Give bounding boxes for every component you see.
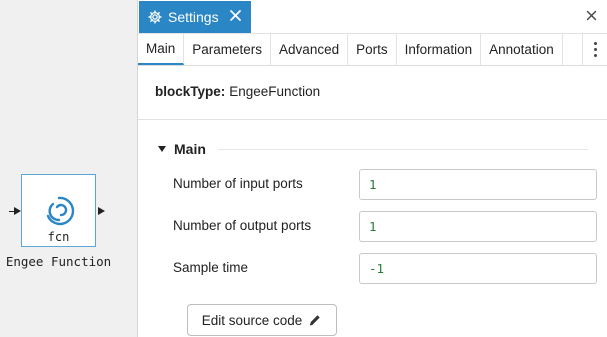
tab-main[interactable]: Main — [138, 34, 185, 65]
output-ports-label: Number of output ports — [173, 218, 312, 233]
output-ports-field[interactable]: 1 — [359, 211, 597, 242]
output-port-arrow-icon[interactable] — [98, 207, 105, 215]
edit-source-code-label: Edit source code — [201, 312, 303, 328]
model-canvas[interactable]: fcn Engee Function — [0, 0, 137, 337]
block-inner-label: fcn — [47, 230, 70, 244]
sample-time-field[interactable]: -1 — [359, 253, 597, 284]
close-panel-icon[interactable] — [586, 10, 597, 21]
panel-title: Settings — [168, 9, 219, 25]
section-title: Main — [174, 141, 206, 157]
caret-down-icon — [158, 146, 166, 152]
engee-function-block[interactable]: fcn — [21, 174, 96, 247]
block-type-line: blockType: EngeeFunction — [155, 84, 320, 99]
settings-panel: Settings Main Parameters Advanced Ports … — [137, 0, 607, 337]
settings-title-tab[interactable]: Settings — [139, 1, 251, 33]
pencil-icon — [310, 315, 320, 326]
input-port-arrow-icon[interactable] — [14, 207, 21, 215]
sample-time-label: Sample time — [173, 260, 249, 275]
more-tabs-icon[interactable] — [582, 34, 607, 65]
panel-title-bar: Settings — [138, 0, 607, 34]
input-ports-field[interactable]: 1 — [359, 169, 597, 200]
tab-annotation[interactable]: Annotation — [481, 34, 563, 65]
engee-function-logo-icon — [46, 196, 75, 226]
tab-information[interactable]: Information — [397, 34, 482, 65]
settings-tabs: Main Parameters Advanced Ports Informati… — [138, 34, 607, 66]
tab-ports[interactable]: Ports — [348, 34, 397, 65]
input-ports-label: Number of input ports — [173, 176, 303, 191]
close-tab-icon[interactable] — [229, 9, 242, 22]
block-type-value: EngeeFunction — [229, 84, 321, 99]
tab-advanced[interactable]: Advanced — [271, 34, 349, 65]
main-section-toggle[interactable]: Main — [158, 141, 206, 157]
edit-source-code-button[interactable]: Edit source code — [187, 304, 337, 336]
block-name-label[interactable]: Engee Function — [0, 254, 117, 269]
divider — [138, 119, 607, 120]
gear-icon — [148, 10, 162, 24]
tab-parameters[interactable]: Parameters — [184, 34, 272, 65]
section-divider — [218, 149, 588, 150]
block-type-key: blockType: — [155, 84, 226, 99]
